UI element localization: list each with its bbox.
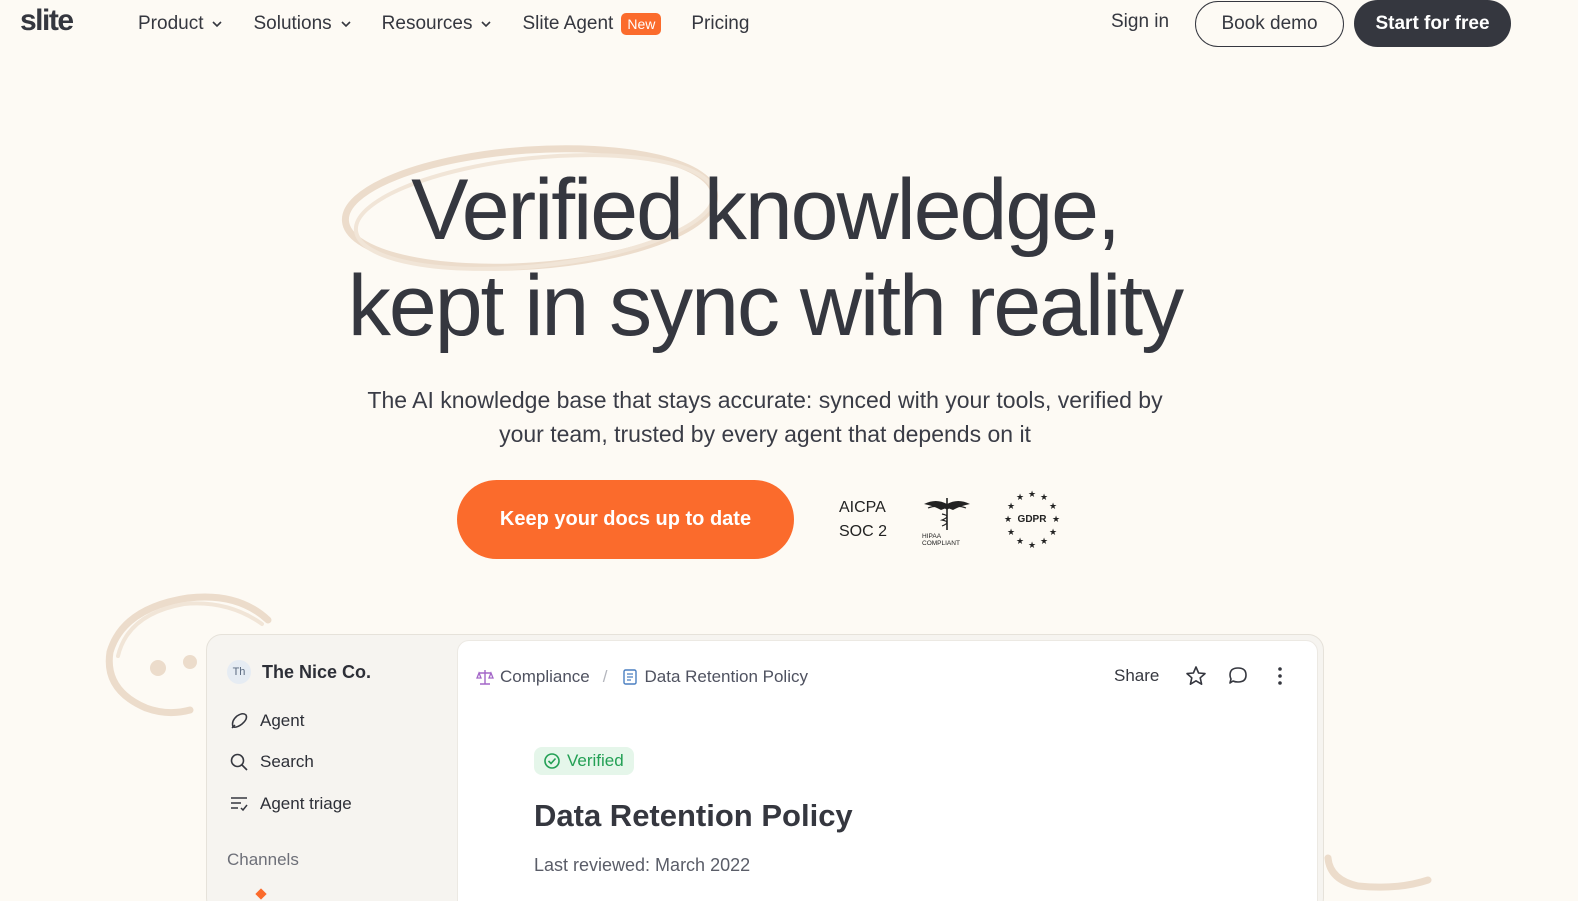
comment-icon[interactable] bbox=[1227, 665, 1249, 687]
gdpr-stars-icon: ★ ★ ★ ★ ★ ★ ★ ★ ★ ★ ★ ★ GDPR bbox=[1004, 490, 1060, 551]
nav-item-product[interactable]: Product bbox=[138, 11, 223, 37]
hero-subtitle: The AI knowledge base that stays accurat… bbox=[0, 383, 1530, 451]
nav-item-label: Pricing bbox=[691, 13, 750, 34]
app-sidebar: Th The Nice Co. Agent Search Agent triag… bbox=[207, 635, 457, 901]
agent-icon bbox=[231, 712, 248, 729]
nav-item-slite-agent[interactable]: Slite Agent New bbox=[522, 11, 662, 37]
hipaa-label: HIPAA bbox=[922, 533, 942, 540]
gdpr-label: GDPR bbox=[1018, 514, 1048, 525]
svg-text:★: ★ bbox=[1028, 490, 1036, 500]
nav-item-solutions[interactable]: Solutions bbox=[253, 11, 351, 37]
hero-title-line-1: Verified knowledge, bbox=[411, 162, 1121, 258]
document-panel: Compliance / Data Retention Policy Share… bbox=[457, 640, 1318, 901]
aicpa-soc2-badge: AICPA SOC 2 bbox=[839, 496, 887, 544]
svg-text:★: ★ bbox=[1007, 528, 1015, 538]
hero-title: Verified knowledge, kept in sync with re… bbox=[0, 162, 1530, 354]
search-icon bbox=[230, 753, 248, 771]
soc2-label: SOC 2 bbox=[839, 523, 888, 540]
nav-links: Product Solutions Resources Slite Agent … bbox=[138, 11, 779, 37]
nav-item-label: Resources bbox=[381, 13, 473, 34]
workspace-header[interactable]: Th The Nice Co. bbox=[227, 660, 371, 684]
nav-item-label: Slite Agent bbox=[522, 13, 614, 34]
breadcrumb-compliance[interactable]: Compliance bbox=[476, 667, 590, 687]
svg-text:★: ★ bbox=[1049, 502, 1057, 512]
workspace-name: The Nice Co. bbox=[262, 661, 372, 682]
share-button[interactable]: Share bbox=[1114, 666, 1159, 686]
breadcrumb-data-retention-policy[interactable]: Data Retention Policy bbox=[621, 667, 808, 687]
nav-item-pricing[interactable]: Pricing bbox=[691, 11, 749, 37]
nav-item-label: Product bbox=[138, 13, 204, 34]
compliant-label: COMPLIANT bbox=[922, 540, 960, 547]
svg-text:★: ★ bbox=[1004, 515, 1012, 525]
verified-badge: Verified bbox=[534, 747, 634, 775]
chevron-down-icon bbox=[481, 21, 492, 28]
more-options-icon[interactable] bbox=[1269, 665, 1291, 687]
svg-text:★: ★ bbox=[1016, 493, 1024, 503]
slite-logo[interactable]: slite bbox=[20, 4, 74, 38]
svg-text:★: ★ bbox=[1016, 537, 1024, 547]
document-actions: Share bbox=[1114, 665, 1311, 687]
nav-item-resources[interactable]: Resources bbox=[382, 11, 493, 37]
hero-subtitle-line-1: The AI knowledge base that stays accurat… bbox=[367, 387, 1163, 413]
chevron-down-icon bbox=[212, 21, 223, 28]
svg-text:★: ★ bbox=[1007, 502, 1015, 512]
star-icon[interactable] bbox=[1185, 665, 1207, 687]
breadcrumb-label: Compliance bbox=[500, 667, 590, 686]
svg-text:★: ★ bbox=[1040, 493, 1048, 503]
svg-text:★: ★ bbox=[1028, 541, 1036, 551]
book-demo-button[interactable]: Book demo bbox=[1195, 1, 1344, 47]
hero-title-line-2: kept in sync with reality bbox=[347, 258, 1184, 354]
breadcrumb-label: Data Retention Policy bbox=[644, 667, 808, 686]
start-for-free-button[interactable]: Start for free bbox=[1354, 0, 1511, 47]
document-title: Data Retention Policy bbox=[534, 798, 853, 833]
document-icon bbox=[622, 669, 637, 685]
breadcrumb: Compliance / Data Retention Policy bbox=[476, 667, 808, 687]
sign-in-link[interactable]: Sign in bbox=[1111, 11, 1169, 33]
triage-icon bbox=[231, 797, 248, 812]
aicpa-label: AICPA bbox=[839, 499, 886, 516]
sidebar-item-search[interactable]: Search bbox=[229, 752, 314, 772]
channel-indicator bbox=[255, 888, 267, 900]
breadcrumb-separator: / bbox=[602, 667, 608, 686]
app-preview: Th The Nice Co. Agent Search Agent triag… bbox=[206, 634, 1324, 901]
scale-icon bbox=[476, 670, 494, 685]
top-navigation: slite Product Solutions Resources Slite … bbox=[0, 0, 1578, 48]
keep-docs-up-to-date-button[interactable]: Keep your docs up to date bbox=[457, 480, 794, 559]
sidebar-item-agent[interactable]: Agent bbox=[229, 711, 304, 731]
sidebar-item-label: Search bbox=[260, 752, 314, 771]
scribble-right-decoration bbox=[1324, 854, 1432, 891]
chevron-down-icon bbox=[341, 21, 351, 28]
check-circle-icon bbox=[544, 753, 560, 769]
channels-heading: Channels bbox=[227, 850, 299, 869]
sidebar-item-label: Agent triage bbox=[260, 794, 352, 813]
sidebar-item-label: Agent bbox=[260, 711, 305, 730]
sidebar-item-agent-triage[interactable]: Agent triage bbox=[229, 794, 352, 814]
hero-subtitle-line-2: your team, trusted by every agent that d… bbox=[499, 421, 1031, 447]
hipaa-compliant-icon: HIPAA COMPLIANT bbox=[922, 498, 970, 547]
svg-text:★: ★ bbox=[1052, 515, 1060, 525]
new-badge: New bbox=[621, 13, 662, 35]
last-reviewed-text: Last reviewed: March 2022 bbox=[534, 855, 751, 875]
nav-item-label: Solutions bbox=[253, 13, 332, 34]
svg-text:★: ★ bbox=[1040, 537, 1048, 547]
verified-label: Verified bbox=[567, 751, 624, 770]
svg-text:★: ★ bbox=[1049, 528, 1057, 538]
workspace-avatar: Th bbox=[227, 660, 251, 684]
